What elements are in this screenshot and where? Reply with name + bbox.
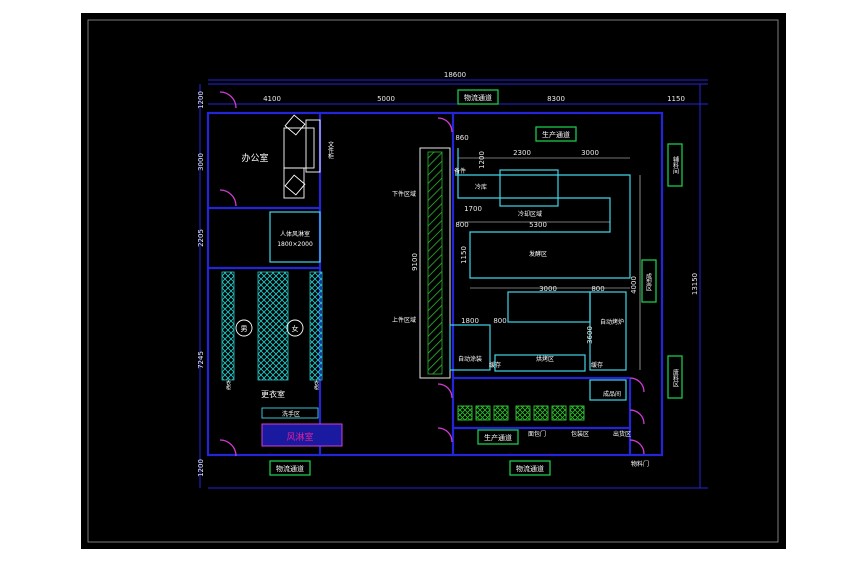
label-lower-conveyor: 下件区域 xyxy=(392,190,416,198)
dim-top-total: 18600 xyxy=(444,71,466,79)
label-male: 男 xyxy=(241,325,248,333)
label-bread-door: 面包门 xyxy=(528,430,546,438)
label-cooling-zone: 冷却区域 xyxy=(518,210,542,218)
label-production-bottom: 生产通道 xyxy=(484,433,512,442)
dim-1200: 1200 xyxy=(478,151,486,169)
dim-800b: 800 xyxy=(591,285,604,293)
label-exit-zone: 出货区 xyxy=(613,430,631,438)
dim-conveyor: 9100 xyxy=(411,253,419,271)
dim-left-top: 1200 xyxy=(197,91,205,109)
dim-3000b: 3000 xyxy=(539,285,557,293)
label-office: 办公室 xyxy=(241,152,268,164)
label-file-cabinet: 文件柜 xyxy=(327,140,334,160)
dim-4000: 4000 xyxy=(630,276,638,294)
label-upper-conveyor: 上件区域 xyxy=(392,316,416,324)
dim-top-mid: 5000 xyxy=(377,95,395,103)
label-production-top: 生产通道 xyxy=(542,130,570,139)
label-auto-coating: 自动涂装 xyxy=(458,355,482,363)
dim-left-changing: 7245 xyxy=(197,351,205,369)
dim-3000a: 3000 xyxy=(581,149,599,157)
dim-left-corridor: 2205 xyxy=(197,229,205,247)
label-aux-door: 辅料间 xyxy=(672,155,679,175)
label-air-shower: 人体风淋室 xyxy=(280,230,310,238)
label-finished-goods: 成品间 xyxy=(603,390,621,398)
label-air-lock: 风淋室 xyxy=(286,431,313,443)
label-fermentation-zone: 发酵区 xyxy=(529,250,547,258)
dim-left-bottom: 1200 xyxy=(197,459,205,477)
conveyor-belt xyxy=(427,151,443,375)
dim-3600: 3600 xyxy=(586,326,594,344)
label-baking-zone: 烘烤区 xyxy=(536,355,554,363)
dim-1700: 1700 xyxy=(464,205,482,213)
dim-1800: 1800 xyxy=(461,317,479,325)
label-changing-room: 更衣室 xyxy=(261,389,285,399)
dim-1150: 1150 xyxy=(460,246,468,264)
dim-top-office: 4100 xyxy=(263,95,281,103)
label-logistics-bottom-mid: 物流通道 xyxy=(516,464,544,473)
dim-right-total: 13150 xyxy=(691,273,699,295)
label-packaging-zone: 包装区 xyxy=(571,430,589,438)
office-desks xyxy=(283,114,321,199)
dim-2300: 2300 xyxy=(513,149,531,157)
label-buffer-left: 缓存 xyxy=(489,361,501,369)
dim-top-right: 8300 xyxy=(547,95,565,103)
dim-860: 860 xyxy=(455,134,468,142)
label-forming-zone: 成型区 xyxy=(645,272,652,291)
label-locker-right: 衣柜 xyxy=(313,379,319,391)
dim-5300: 5300 xyxy=(529,221,547,229)
dim-left-office: 3000 xyxy=(197,153,205,171)
room-labels: 物流通道 物流通道 物流通道 生产通道 生产通道 办公室 文件柜 人体风淋室 1… xyxy=(225,93,679,473)
label-logistics-bottom-left: 物流通道 xyxy=(276,464,304,473)
storage-bins xyxy=(457,405,585,421)
dim-top-right-small: 1150 xyxy=(667,95,685,103)
label-material-door: 物料门 xyxy=(631,460,649,468)
label-hand-wash: 洗手区 xyxy=(282,410,300,418)
dim-800a: 800 xyxy=(455,221,468,229)
label-locker-left: 衣柜 xyxy=(225,379,231,391)
label-auto-oven: 自动烤炉 xyxy=(600,318,624,326)
label-area-a: 备件 xyxy=(454,167,466,175)
label-air-shower-size: 1800×2000 xyxy=(277,241,313,248)
label-area-b: 冷库 xyxy=(475,183,487,191)
label-buffer-right: 缓存 xyxy=(591,361,603,369)
label-waste-zone: 废料区 xyxy=(672,368,679,387)
floor-plan: 18600 4100 5000 8300 1150 1200 3000 2205… xyxy=(87,19,779,543)
dim-800c: 800 xyxy=(493,317,506,325)
label-logistics-top: 物流通道 xyxy=(464,93,492,102)
locker-rows xyxy=(221,271,323,381)
label-female: 女 xyxy=(292,324,299,333)
